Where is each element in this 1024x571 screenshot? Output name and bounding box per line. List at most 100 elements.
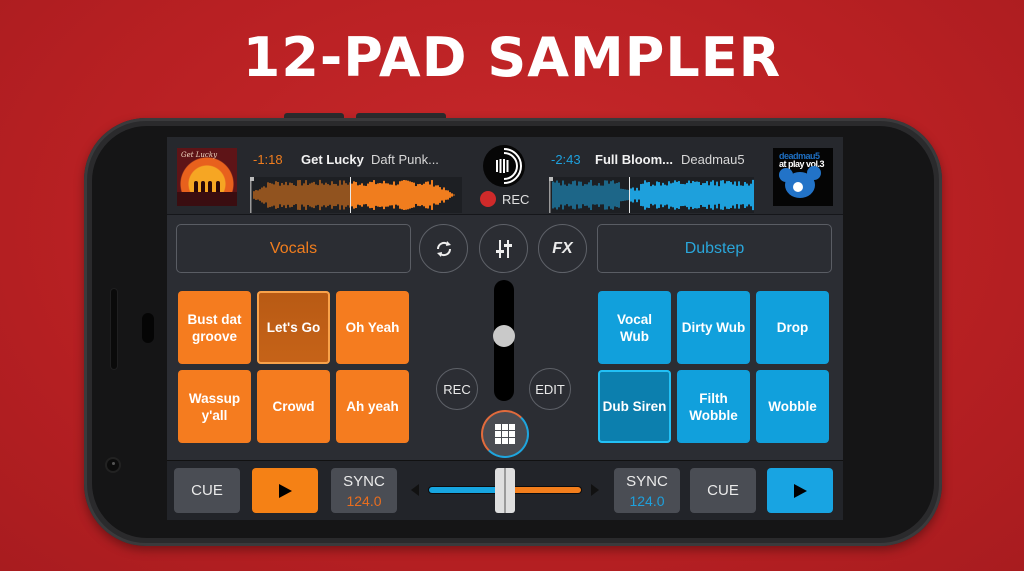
waveform-bar <box>650 186 652 204</box>
album-cover-right[interactable]: deadmau5 at play vol.3 <box>773 148 833 206</box>
waveform-bar <box>287 185 289 205</box>
waveform-bar <box>267 182 269 208</box>
sync-button-right[interactable]: SYNC 124.0 <box>614 468 680 513</box>
waveform-bar <box>385 183 387 207</box>
sample-pad[interactable]: Crowd <box>257 370 330 443</box>
cue-button-right[interactable]: CUE <box>690 468 756 513</box>
play-button-left[interactable] <box>252 468 318 513</box>
waveform-bar <box>582 185 584 205</box>
sync-button-left[interactable]: SYNC 124.0 <box>331 468 397 513</box>
sample-bank-selector-left[interactable]: Vocals <box>176 224 411 273</box>
waveform-bar <box>315 184 317 206</box>
phone-speaker <box>111 289 117 369</box>
waveform-bar <box>265 187 267 203</box>
sample-pad[interactable]: Vocal Wub <box>598 291 671 364</box>
waveform-bar <box>626 189 628 201</box>
crossfader-knob[interactable] <box>495 468 515 513</box>
waveform-bar <box>574 180 576 210</box>
waveform-bar <box>646 182 648 208</box>
waveform-bar <box>680 183 682 207</box>
waveform-bar <box>293 185 295 205</box>
sample-pad[interactable]: Filth Wobble <box>677 370 750 443</box>
fx-button[interactable]: FX <box>538 224 587 273</box>
waveform-bar <box>598 183 600 207</box>
sample-pad[interactable]: Let's Go <box>257 291 330 364</box>
waveform-bar <box>634 190 636 200</box>
waveform-bar <box>285 181 287 209</box>
sampler-volume-fader[interactable] <box>493 280 515 401</box>
waveform-bar <box>732 184 734 206</box>
sampler-rec-button[interactable]: REC <box>436 368 478 410</box>
waveform-bar <box>692 180 694 210</box>
waveform-bar <box>407 180 409 210</box>
sampler-volume-knob[interactable] <box>493 325 515 347</box>
record-mix-button[interactable]: REC <box>480 191 529 207</box>
waveform-bar <box>724 183 726 207</box>
sample-bank-selector-right[interactable]: Dubstep <box>597 224 832 273</box>
play-icon <box>278 483 292 498</box>
sample-pad[interactable]: Oh Yeah <box>336 291 409 364</box>
waveform-bar <box>387 183 389 207</box>
pad-grid-button[interactable] <box>481 410 529 458</box>
cue-button-left[interactable]: CUE <box>174 468 240 513</box>
waveform-bar <box>381 183 383 207</box>
waveform-bar <box>748 185 750 205</box>
waveform-bar <box>590 179 592 211</box>
waveform-bar <box>337 185 339 205</box>
sample-pad[interactable]: Dub Siren <box>598 370 671 443</box>
sampler-edit-button[interactable]: EDIT <box>529 368 571 410</box>
waveform-bar <box>700 185 702 205</box>
app-logo-icon[interactable] <box>483 145 525 187</box>
sample-pad[interactable]: Ah yeah <box>336 370 409 443</box>
waveform-bar <box>738 181 740 209</box>
waveform-bar <box>279 185 281 205</box>
play-button-right[interactable] <box>767 468 833 513</box>
bpm-left: 124.0 <box>346 492 382 509</box>
waveform-bar <box>335 183 337 207</box>
waveform-bar <box>325 182 327 208</box>
sample-pad[interactable]: Drop <box>756 291 829 364</box>
phone-sensor <box>142 313 154 343</box>
mixer-sliders-icon[interactable] <box>479 224 528 273</box>
bpm-right: 124.0 <box>629 492 665 509</box>
waveform-left[interactable] <box>250 177 462 213</box>
track-title-left: Get Lucky <box>301 152 364 167</box>
waveform-bar <box>415 186 417 204</box>
waveform-bar <box>257 190 259 200</box>
waveform-bar <box>301 185 303 205</box>
waveform-bar <box>560 185 562 205</box>
app-screen: Get Lucky -1:18 Get Lucky Daft Punk... R… <box>167 137 843 520</box>
play-icon <box>793 483 807 498</box>
waveform-bar <box>393 181 395 209</box>
waveform-bar <box>714 185 716 205</box>
waveform-bar <box>351 183 353 207</box>
waveform-bar <box>602 185 604 205</box>
waveform-bar <box>686 182 688 208</box>
waveform-bar <box>311 182 313 208</box>
sample-pad[interactable]: Wassup y'all <box>178 370 251 443</box>
sample-pad[interactable]: Dirty Wub <box>677 291 750 364</box>
waveform-bar <box>584 184 586 206</box>
waveform-bar <box>666 185 668 205</box>
waveform-bar <box>305 180 307 210</box>
sync-icon[interactable] <box>419 224 468 273</box>
waveform-bar <box>638 190 640 200</box>
waveform-bar <box>447 190 449 200</box>
crossfader[interactable] <box>407 468 603 513</box>
waveform-bar <box>297 180 299 210</box>
sync-label-left: SYNC <box>343 472 385 490</box>
sample-pad[interactable]: Bust dat groove <box>178 291 251 364</box>
waveform-bar <box>696 181 698 209</box>
album-cover-left[interactable]: Get Lucky <box>177 148 237 206</box>
waveform-bar <box>552 181 554 209</box>
waveform-bar <box>309 183 311 207</box>
waveform-bar <box>616 182 618 208</box>
waveform-bar <box>345 183 347 207</box>
waveform-bar <box>556 180 558 210</box>
cue-marker <box>549 177 553 181</box>
waveform-right[interactable] <box>549 177 754 213</box>
sample-pad[interactable]: Wobble <box>756 370 829 443</box>
crossfader-left-arrow-icon[interactable] <box>411 484 419 496</box>
crossfader-right-arrow-icon[interactable] <box>591 484 599 496</box>
waveform-bar <box>313 181 315 209</box>
